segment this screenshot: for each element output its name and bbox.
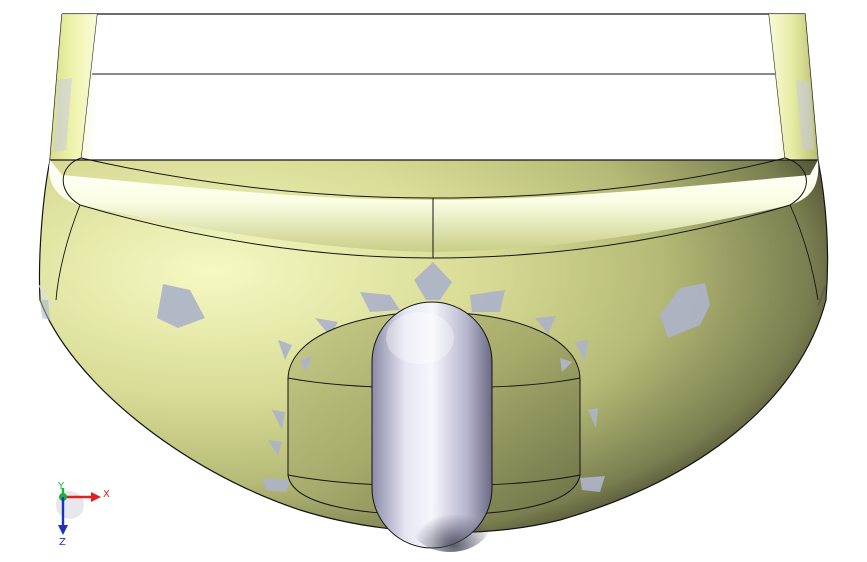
- model-canvas[interactable]: X Y Z: [0, 0, 867, 562]
- knob-capsule[interactable]: [371, 301, 493, 552]
- x-axis-arrow-icon: [91, 492, 101, 502]
- graphics-viewport[interactable]: X Y Z: [0, 0, 867, 562]
- x-axis-label: X: [103, 489, 110, 500]
- z-axis-arrow-icon: [58, 525, 68, 535]
- y-axis-label: Y: [57, 481, 65, 492]
- z-axis-label: Z: [59, 537, 66, 548]
- upper-slab: [49, 13, 819, 175]
- coordinate-triad: X Y Z: [56, 481, 110, 548]
